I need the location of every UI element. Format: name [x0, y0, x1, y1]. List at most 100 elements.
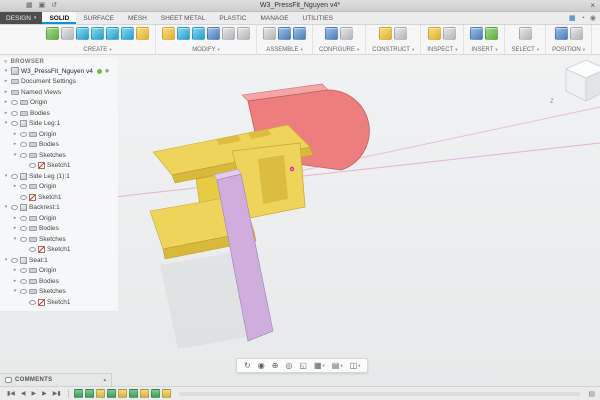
create-sketch-icon[interactable] [61, 27, 74, 40]
disclosure-icon[interactable]: ▾ [12, 236, 18, 242]
revert-position-icon[interactable] [569, 27, 583, 40]
browser-root-component[interactable]: ▾ W3_PressFit_Nguyen v4 ◉ [0, 66, 118, 77]
disclosure-icon[interactable]: ▸ [12, 142, 18, 147]
browser-item-origin[interactable]: ▸ Origin [0, 182, 118, 193]
browser-item-seat-1[interactable]: ▾ Seat:1 [0, 255, 118, 266]
app-grid-icon[interactable]: ▦ [26, 2, 33, 9]
browser-item-sketch1[interactable]: Sketch1 [0, 245, 118, 256]
loft-icon[interactable] [121, 27, 134, 40]
tab-solid[interactable]: SOLID [42, 12, 77, 24]
browser-item-origin[interactable]: ▸ Origin [0, 266, 118, 277]
tab-surface[interactable]: SURFACE [76, 12, 121, 24]
viewport-canvas[interactable]: Z « BROWSER ▾ W3_PressFit_Nguyen v4 ◉ ▸ D… [0, 55, 600, 386]
save-icon[interactable]: ▣ [39, 2, 46, 9]
configuration-table-icon[interactable] [340, 27, 354, 40]
shell-icon[interactable] [192, 27, 205, 40]
disclosure-icon[interactable]: ▸ [12, 215, 18, 221]
extrude-icon[interactable] [76, 27, 89, 40]
visibility-eye-icon[interactable] [20, 131, 27, 137]
toolbar-group-label-inspect[interactable]: INSPECT ▾ [427, 47, 457, 53]
visibility-eye-icon[interactable] [29, 247, 36, 253]
visibility-eye-icon[interactable] [20, 142, 27, 148]
visibility-eye-icon[interactable] [20, 215, 27, 221]
browser-item-origin[interactable]: ▸ Origin [0, 98, 118, 109]
visibility-eye-icon[interactable] [20, 226, 27, 232]
timeline-feature-sketch-2[interactable] [84, 389, 94, 398]
visibility-eye-icon[interactable] [11, 205, 18, 211]
timeline-feature-component-5[interactable] [117, 389, 127, 398]
browser-item-sketch1[interactable]: Sketch1 [0, 297, 118, 308]
step-forward-button[interactable]: ▶ [40, 391, 49, 397]
capture-position-icon[interactable] [554, 27, 568, 40]
hole-icon[interactable] [136, 27, 149, 40]
look-at-button[interactable]: ◉ [255, 359, 268, 372]
go-to-end-button[interactable]: ▶▮ [51, 391, 63, 397]
press-pull-icon[interactable] [162, 27, 175, 40]
grid-display-button[interactable]: ▤ ▾ [329, 359, 346, 372]
timeline-feature-component-3[interactable] [95, 389, 105, 398]
collapse-panel-icon[interactable]: « [4, 59, 8, 65]
timeline-track[interactable] [178, 391, 581, 396]
visibility-eye-icon[interactable] [20, 236, 27, 242]
toolbar-group-label-modify[interactable]: MODIFY ▾ [162, 47, 250, 53]
visibility-eye-icon[interactable] [20, 289, 27, 295]
extensions-icon[interactable]: ▦ [569, 15, 576, 22]
zoom-button[interactable]: ◎ [282, 359, 295, 372]
timeline-feature-sketch-8[interactable] [150, 389, 160, 398]
disclosure-icon[interactable]: ▾ [12, 289, 18, 294]
tab-plastic[interactable]: PLASTIC [212, 12, 253, 24]
expand-comments-icon[interactable]: ▴ [103, 377, 106, 383]
timeline-feature-component-7[interactable] [139, 389, 149, 398]
pan-button[interactable]: ⊕ [269, 359, 282, 372]
browser-item-sketch1[interactable]: Sketch1 [0, 192, 118, 203]
new-component-icon[interactable] [46, 27, 59, 40]
rigid-group-icon[interactable] [293, 27, 306, 40]
tab-sheet-metal[interactable]: SHEET METAL [154, 12, 213, 24]
display-settings-button[interactable]: ▦ ▾ [311, 359, 328, 372]
visibility-eye-icon[interactable] [20, 268, 27, 274]
visibility-eye-icon[interactable] [29, 299, 36, 305]
tab-utilities[interactable]: UTILITIES [296, 12, 340, 24]
disclosure-icon[interactable]: ▸ [3, 100, 9, 105]
browser-item-sketches[interactable]: ▾ Sketches [0, 287, 118, 298]
toolbar-group-label-insert[interactable]: INSERT ▾ [470, 47, 498, 53]
timeline-feature-sketch-6[interactable] [128, 389, 138, 398]
disclosure-icon[interactable]: ▾ [3, 257, 9, 263]
assemble-new-component-icon[interactable] [263, 27, 276, 40]
construction-axis-icon[interactable] [394, 27, 408, 40]
browser-item-bodies[interactable]: ▸ Bodies [0, 140, 118, 151]
close-icon[interactable]: × [590, 1, 595, 10]
disclosure-icon[interactable]: ▸ [12, 268, 18, 273]
disclosure-icon[interactable]: ▸ [12, 131, 18, 137]
undo-icon[interactable]: ↺ [51, 2, 57, 9]
visibility-eye-icon[interactable] [11, 100, 18, 106]
fillet-icon[interactable] [177, 27, 190, 40]
toolbar-group-label-construct[interactable]: CONSTRUCT ▾ [372, 47, 414, 53]
play-button[interactable]: ▶ [30, 391, 39, 397]
browser-item-named-views[interactable]: ▸ Named Views [0, 87, 118, 98]
toolbar-group-label-select[interactable]: SELECT ▾ [511, 47, 539, 53]
visibility-eye-icon[interactable] [11, 121, 18, 127]
insert-derive-icon[interactable] [470, 27, 484, 40]
visibility-eye-icon[interactable] [20, 194, 27, 200]
browser-item-sketches[interactable]: ▾ Sketches [0, 150, 118, 161]
visibility-eye-icon[interactable] [20, 152, 27, 158]
disclosure-icon[interactable]: ▸ [12, 278, 18, 284]
sweep-icon[interactable] [106, 27, 119, 40]
view-cube[interactable]: Z [550, 55, 600, 109]
browser-item-bodies[interactable]: ▸ Bodies [0, 224, 118, 235]
disclosure-icon[interactable]: ▸ [3, 79, 9, 84]
change-parameters-icon[interactable] [237, 27, 250, 40]
browser-item-sketch1[interactable]: Sketch1 [0, 161, 118, 172]
comments-bar[interactable]: COMMENTS ▴ [0, 373, 112, 386]
viewports-button[interactable]: ◫ ▾ [347, 359, 364, 372]
disclosure-icon[interactable]: ▾ [3, 68, 9, 74]
workspace-switcher[interactable]: DESIGN ▾ [0, 12, 43, 24]
visibility-eye-icon[interactable] [11, 110, 18, 116]
visibility-eye-icon[interactable] [20, 278, 27, 284]
visibility-eye-icon[interactable] [11, 173, 18, 179]
toolbar-group-label-assemble[interactable]: ASSEMBLE ▾ [263, 47, 306, 53]
browser-item-bodies[interactable]: ▸ Bodies [0, 276, 118, 287]
toolbar-group-label-create[interactable]: CREATE ▾ [46, 47, 149, 53]
browser-item-origin[interactable]: ▸ Origin [0, 129, 118, 140]
